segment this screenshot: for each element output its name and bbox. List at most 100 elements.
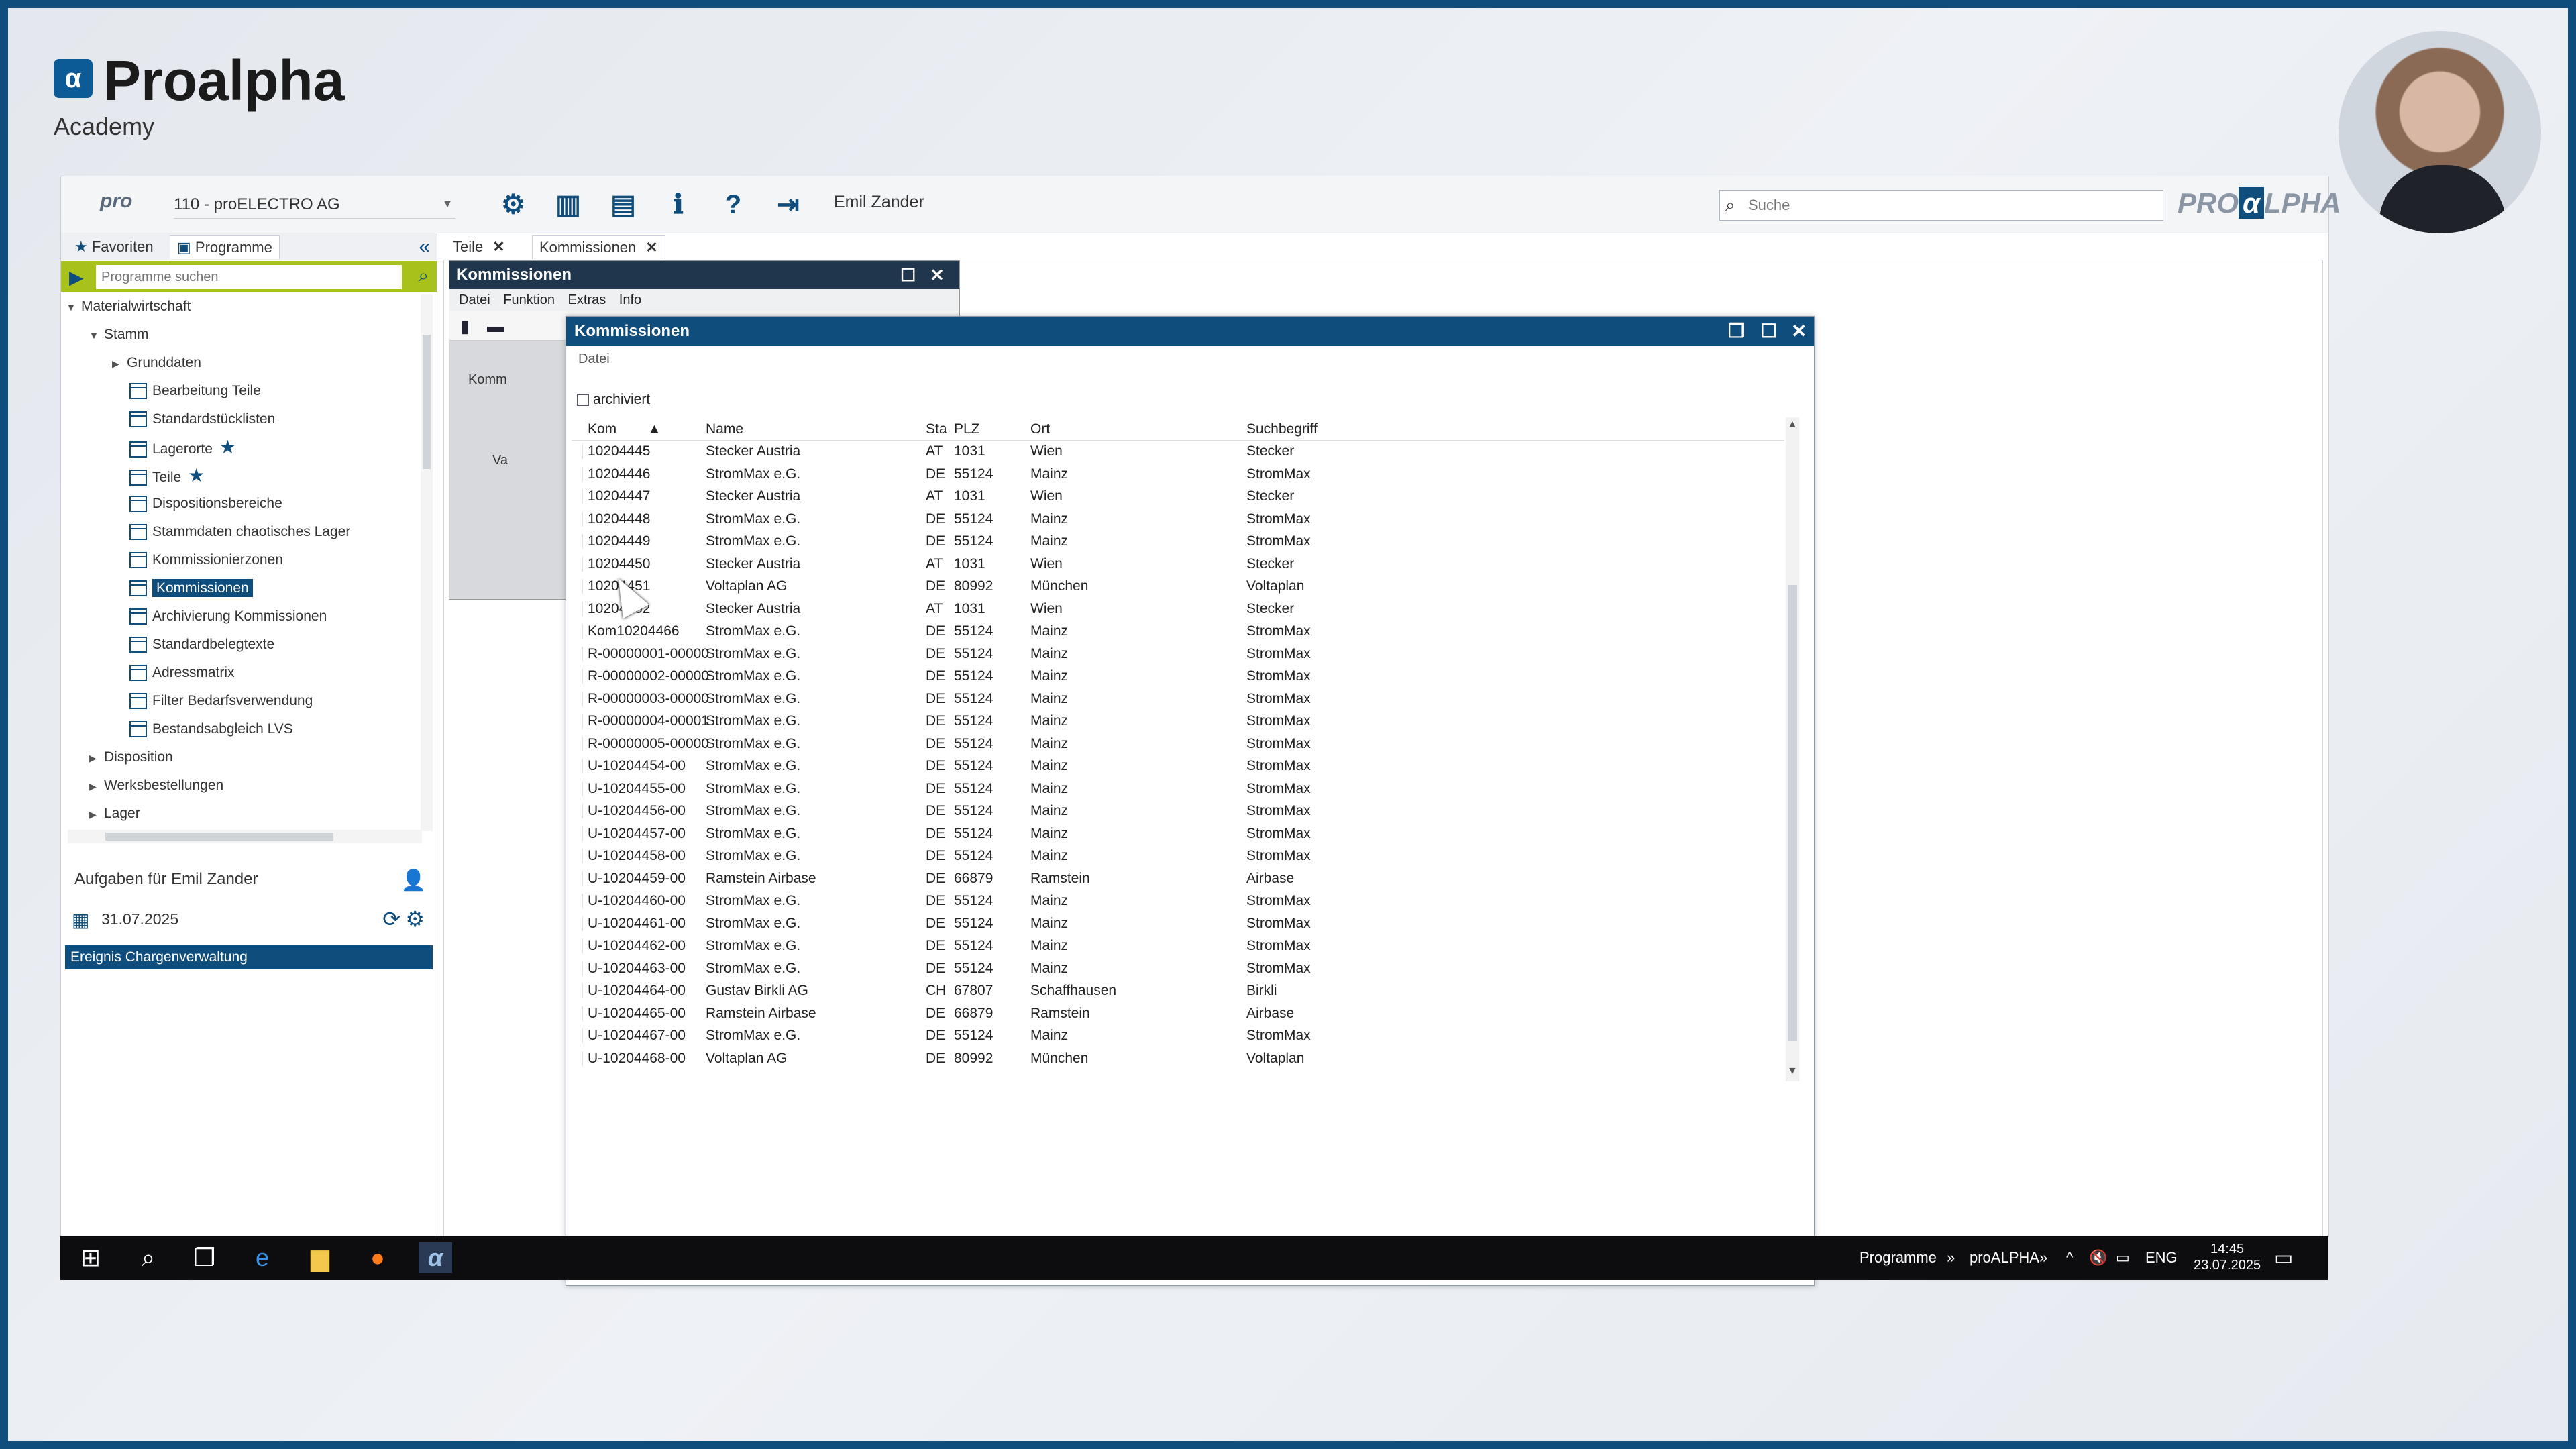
grid-v-scrollbar[interactable]: ▲ ▼ bbox=[1786, 417, 1799, 1081]
tree-item-kommissionen[interactable]: Kommissionen bbox=[129, 576, 253, 600]
search-icon[interactable]: ⌕ bbox=[131, 1242, 165, 1273]
table-row[interactable]: U-10204457-00 StromMax e.G. DE 55124 Mainz St… bbox=[572, 822, 1784, 845]
tab-favoriten[interactable]: ★ Favoriten bbox=[68, 235, 160, 258]
tree-node-materialwirtschaft[interactable]: ▼ Materialwirtschaft bbox=[66, 294, 191, 319]
table-row[interactable]: U-10204459-00 Ramstein Airbase DE 66879 Rams… bbox=[572, 867, 1784, 890]
refresh-icon[interactable]: ⟳ bbox=[382, 906, 400, 932]
menu-extras[interactable]: Extras bbox=[568, 292, 606, 307]
logout-icon[interactable]: ⇥ bbox=[772, 189, 804, 221]
table-row[interactable]: U-10204463-00 StromMax e.G. DE 55124 Mainz St… bbox=[572, 957, 1784, 980]
tree-item-bearbeitung-teile[interactable]: Bearbeitung Teile bbox=[129, 379, 261, 403]
tree-item-standardbelegtexte[interactable]: Standardbelegtexte bbox=[129, 633, 274, 657]
help-icon[interactable]: ? bbox=[717, 189, 749, 221]
proalpha-app-icon[interactable]: α bbox=[419, 1242, 452, 1273]
table-row[interactable]: 10204451 Voltaplan AG DE 80992 München Voltap… bbox=[572, 575, 1784, 598]
folder-icon[interactable]: ▬ bbox=[487, 316, 504, 337]
tray-proalpha[interactable]: proALPHA bbox=[1970, 1249, 2039, 1267]
col-suchbegriff[interactable]: Suchbegriff bbox=[1246, 421, 1318, 437]
task-view-icon[interactable]: ❐ bbox=[188, 1242, 221, 1273]
tree-item-teile[interactable]: Teile ★ bbox=[129, 464, 205, 488]
table-row[interactable]: U-10204461-00 StromMax e.G. DE 55124 Mainz St… bbox=[572, 912, 1784, 935]
col-ort[interactable]: Ort bbox=[1030, 421, 1050, 437]
tree-item-archivierung-kommissionen[interactable]: Archivierung Kommissionen bbox=[129, 604, 327, 629]
program-search-input[interactable] bbox=[96, 265, 402, 289]
table-row[interactable]: U-10204467-00 StromMax e.G. DE 55124 Mainz St… bbox=[572, 1024, 1784, 1047]
tab-kommissionen[interactable]: Kommissionen ✕ bbox=[532, 235, 665, 259]
file-explorer-icon[interactable]: ▆ bbox=[303, 1242, 337, 1273]
speaker-muted-icon[interactable]: 🔇 bbox=[2089, 1249, 2107, 1267]
table-row[interactable]: U-10204454-00 StromMax e.G. DE 55124 Mainz St… bbox=[572, 755, 1784, 777]
table-row[interactable]: U-10204460-00 StromMax e.G. DE 55124 Mainz St… bbox=[572, 890, 1784, 912]
company-select[interactable]: 110 - proELECTRO AG ▼ bbox=[174, 191, 455, 219]
global-search[interactable]: ⌕ bbox=[1719, 190, 2163, 221]
network-icon[interactable]: ▭ bbox=[2116, 1249, 2130, 1267]
window-title-bar[interactable]: Kommissionen ❐ ☐ ✕ bbox=[566, 317, 1814, 346]
table-row[interactable]: U-10204464-00 Gustav Birkli AG CH 67807 Scha… bbox=[572, 979, 1784, 1002]
tree-node-lager[interactable]: ▶ Lager bbox=[89, 802, 140, 826]
table-row[interactable]: Kom10204466 StromMax e.G. DE 55124 Mainz Stro… bbox=[572, 620, 1784, 643]
col-plz[interactable]: PLZ bbox=[954, 421, 980, 437]
col-kom[interactable]: Kom ▲ bbox=[588, 421, 661, 437]
tree-node-disposition[interactable]: ▶ Disposition bbox=[89, 745, 173, 769]
table-row[interactable]: U-10204458-00 StromMax e.G. DE 55124 Mainz St… bbox=[572, 845, 1784, 867]
tree-item-standardstuecklisten[interactable]: Standardstücklisten bbox=[129, 407, 275, 431]
table-row[interactable]: 10204449 StromMax e.G. DE 55124 Mainz StromMa… bbox=[572, 530, 1784, 553]
table-row[interactable]: U-10204455-00 StromMax e.G. DE 55124 Mainz St… bbox=[572, 777, 1784, 800]
table-row[interactable]: 10204446 StromMax e.G. DE 55124 Mainz StromMa… bbox=[572, 463, 1784, 486]
close-icon[interactable]: ✕ bbox=[930, 261, 945, 289]
tree-scrollbar[interactable] bbox=[421, 294, 433, 831]
tree-h-scrollbar[interactable] bbox=[68, 830, 422, 843]
table-row[interactable]: 10204450 Stecker Austria AT 1031 Wien Stecker bbox=[572, 553, 1784, 576]
taskbar-clock[interactable]: 14:45 23.07.2025 bbox=[2194, 1241, 2261, 1273]
tree-item-dispositionsbereiche[interactable]: Dispositionsbereiche bbox=[129, 492, 282, 516]
tree-item-adressmatrix[interactable]: Adressmatrix bbox=[129, 661, 235, 685]
tree-item-lagerorte[interactable]: Lagerorte ★ bbox=[129, 435, 236, 460]
tree-node-grunddaten[interactable]: ▶ Grunddaten bbox=[112, 351, 201, 375]
archiviert-checkbox[interactable]: archiviert bbox=[577, 392, 650, 408]
checkbox-icon[interactable] bbox=[577, 394, 589, 407]
close-icon[interactable]: ✕ bbox=[492, 238, 504, 255]
global-search-input[interactable] bbox=[1747, 192, 2152, 219]
settings-icon[interactable]: ⚙ bbox=[497, 189, 529, 221]
info-icon[interactable]: ℹ bbox=[662, 189, 694, 221]
new-document-icon[interactable]: ▮ bbox=[460, 316, 470, 337]
tree-scroll-thumb[interactable] bbox=[423, 335, 431, 469]
favorite-star-icon[interactable]: ★ bbox=[219, 437, 236, 458]
table-row[interactable]: 10204452 Stecker Austria AT 1031 Wien Stecker bbox=[572, 598, 1784, 621]
play-icon[interactable]: ▶ bbox=[69, 266, 84, 288]
settings-icon[interactable]: ⚙ bbox=[405, 906, 425, 932]
calendar-icon[interactable]: ▦ bbox=[72, 909, 89, 931]
col-name[interactable]: Name bbox=[706, 421, 743, 437]
firefox-icon[interactable]: ● bbox=[361, 1242, 394, 1273]
tree-node-stamm[interactable]: ▼ Stamm bbox=[89, 323, 149, 347]
table-row[interactable]: R-00000005-00000 StromMax e.G. DE 55124 Main… bbox=[572, 733, 1784, 755]
table-row[interactable]: R-00000003-00000 StromMax e.G. DE 55124 Main… bbox=[572, 688, 1784, 710]
window-title-bar[interactable]: Kommissionen ☐ ✕ bbox=[449, 261, 959, 289]
grid-v-scroll-thumb[interactable] bbox=[1788, 585, 1797, 1041]
tray-chevron-icon[interactable]: » bbox=[1947, 1249, 1955, 1267]
restore-icon[interactable]: ❐ bbox=[1728, 317, 1745, 346]
close-icon[interactable]: ✕ bbox=[1791, 317, 1807, 346]
menu-datei[interactable]: Datei bbox=[578, 352, 610, 367]
layout-columns-icon[interactable]: ▥ bbox=[552, 189, 584, 221]
layout-panels-icon[interactable]: ▤ bbox=[607, 189, 639, 221]
search-icon[interactable]: ⌕ bbox=[418, 265, 429, 287]
tray-chevron-icon[interactable]: » bbox=[2039, 1249, 2047, 1267]
menu-datei[interactable]: Datei bbox=[459, 292, 490, 307]
table-row[interactable]: U-10204456-00 StromMax e.G. DE 55124 Mainz St… bbox=[572, 800, 1784, 822]
tree-item-kommissionierzonen[interactable]: Kommissionierzonen bbox=[129, 548, 283, 572]
maximize-icon[interactable]: ☐ bbox=[900, 261, 916, 289]
table-row[interactable]: U-10204468-00 Voltaplan AG DE 80992 München V… bbox=[572, 1047, 1784, 1070]
tree-item-bestandsabgleich-lvs[interactable]: Bestandsabgleich LVS bbox=[129, 717, 293, 741]
menu-funktion[interactable]: Funktion bbox=[503, 292, 555, 307]
table-row[interactable]: 10204448 StromMax e.G. DE 55124 Mainz StromMa… bbox=[572, 508, 1784, 531]
user-icon[interactable]: 👤 bbox=[401, 869, 426, 892]
table-row[interactable]: 10204447 Stecker Austria AT 1031 Wien Stecker bbox=[572, 485, 1784, 508]
collapse-panel-icon[interactable]: « bbox=[419, 235, 430, 258]
table-row[interactable]: R-00000004-00001 StromMax e.G. DE 55124 Main… bbox=[572, 710, 1784, 733]
scroll-up-icon[interactable]: ▲ bbox=[1787, 419, 1798, 431]
windows-start-icon[interactable]: ⊞ bbox=[74, 1242, 107, 1273]
table-row[interactable]: U-10204465-00 Ramstein Airbase DE 66879 Rams… bbox=[572, 1002, 1784, 1025]
tree-node-werksbestellungen[interactable]: ▶ Werksbestellungen bbox=[89, 773, 223, 798]
tree-h-scroll-thumb[interactable] bbox=[105, 833, 333, 841]
